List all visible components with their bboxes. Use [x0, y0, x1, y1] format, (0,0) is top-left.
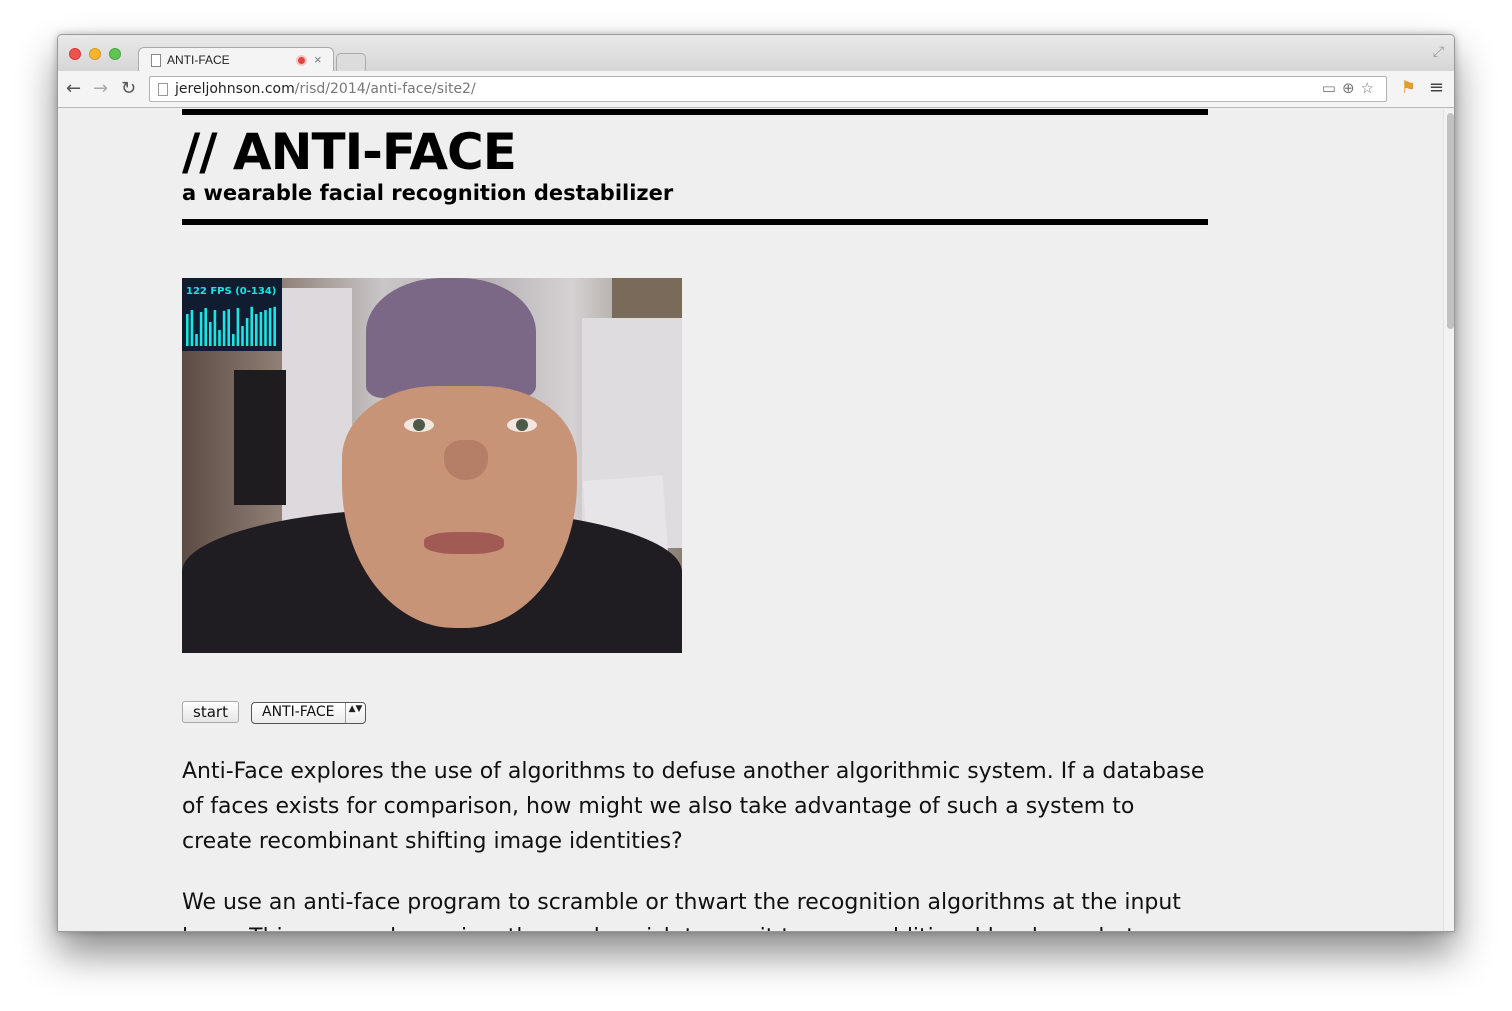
- start-button[interactable]: start: [182, 701, 239, 723]
- page-title: // ANTI-FACE: [182, 123, 517, 181]
- header-rule-bottom: [182, 219, 1208, 225]
- scrollbar[interactable]: [1443, 109, 1454, 931]
- browser-toolbar: ← → ↻ jereljohnson.com/risd/2014/anti-fa…: [58, 71, 1454, 108]
- webcam-canvas[interactable]: 122 FPS (0-134): [182, 278, 682, 653]
- head-overlay: [366, 278, 536, 398]
- fps-label: 122 FPS (0-134): [186, 286, 277, 297]
- fps-bar: [227, 309, 230, 346]
- camera-icon[interactable]: ▭: [1322, 79, 1342, 97]
- zoom-window-button[interactable]: [109, 48, 121, 60]
- fps-bar: [190, 310, 194, 346]
- fps-bar: [199, 312, 203, 346]
- tab-title: ANTI-FACE: [167, 53, 230, 67]
- header-rule-top: [182, 109, 1208, 115]
- fps-bar: [204, 308, 207, 346]
- fullscreen-icon[interactable]: ⤢: [1433, 44, 1444, 60]
- eye: [507, 418, 537, 432]
- fps-bar: [245, 318, 249, 346]
- url-text[interactable]: jereljohnson.com/risd/2014/anti-face/sit…: [175, 81, 476, 97]
- fps-bar: [186, 314, 189, 346]
- bookmark-star-icon[interactable]: ☆: [1361, 79, 1380, 97]
- forward-icon[interactable]: →: [93, 78, 108, 99]
- menu-icon[interactable]: ≡: [1429, 77, 1444, 98]
- nose: [444, 440, 488, 480]
- scrollbar-thumb[interactable]: [1447, 113, 1454, 329]
- bg-poster: [234, 370, 286, 505]
- new-tab-button[interactable]: [336, 53, 366, 71]
- tab-close-icon[interactable]: ×: [314, 52, 322, 67]
- fps-bar: [195, 334, 198, 346]
- mode-select-value: ANTI-FACE: [262, 704, 335, 720]
- page-icon: [151, 54, 161, 67]
- fps-bar: [268, 308, 272, 346]
- fps-bar: [236, 308, 240, 346]
- fps-bar: [255, 314, 258, 346]
- select-arrows-icon: ▲▼: [345, 703, 365, 723]
- close-window-button[interactable]: [69, 48, 81, 60]
- url-path: /risd/2014/anti-face/site2/: [294, 81, 476, 97]
- fps-bar: [218, 330, 221, 346]
- minimize-window-button[interactable]: [89, 48, 101, 60]
- extension-icon[interactable]: ⚑: [1401, 78, 1416, 98]
- page-content: // ANTI-FACE a wearable facial recogniti…: [182, 109, 1208, 931]
- fps-bar: [222, 310, 226, 346]
- fps-bar: [213, 310, 217, 346]
- fps-stats-panel: 122 FPS (0-134): [182, 278, 282, 351]
- fps-graph: [186, 306, 276, 346]
- page-viewport: // ANTI-FACE a wearable facial recogniti…: [58, 109, 1443, 931]
- fps-bar: [259, 312, 263, 346]
- tab-anti-face[interactable]: ANTI-FACE ×: [138, 47, 334, 73]
- fps-bar: [273, 306, 276, 346]
- fps-bar: [209, 322, 212, 346]
- method-paragraph: We use an anti-face program to scramble …: [182, 890, 1181, 931]
- back-icon[interactable]: ←: [66, 78, 81, 99]
- fps-bar: [250, 306, 253, 346]
- fps-bar: [232, 334, 235, 346]
- browser-window: ANTI-FACE × ⤢ ← → ↻ jereljohnson.com/ris…: [57, 34, 1455, 932]
- fps-bar: [264, 310, 267, 346]
- page-icon: [158, 83, 168, 96]
- eye: [404, 418, 434, 432]
- reload-icon[interactable]: ↻: [121, 78, 136, 99]
- mode-select[interactable]: ANTI-FACE ▲▼: [251, 702, 366, 724]
- fps-bar: [241, 326, 244, 346]
- address-bar[interactable]: jereljohnson.com/risd/2014/anti-face/sit…: [149, 76, 1387, 102]
- url-host: jereljohnson.com: [175, 81, 295, 97]
- zoom-icon[interactable]: ⊕: [1342, 79, 1361, 97]
- omnibox-icons: ▭⊕☆: [1322, 79, 1380, 97]
- mouth: [424, 532, 504, 554]
- recording-icon: [296, 55, 307, 66]
- intro-paragraph: Anti-Face explores the use of algorithms…: [182, 759, 1205, 854]
- title-bar: ANTI-FACE × ⤢: [58, 35, 1454, 73]
- page-subtitle: a wearable facial recognition destabiliz…: [182, 181, 674, 205]
